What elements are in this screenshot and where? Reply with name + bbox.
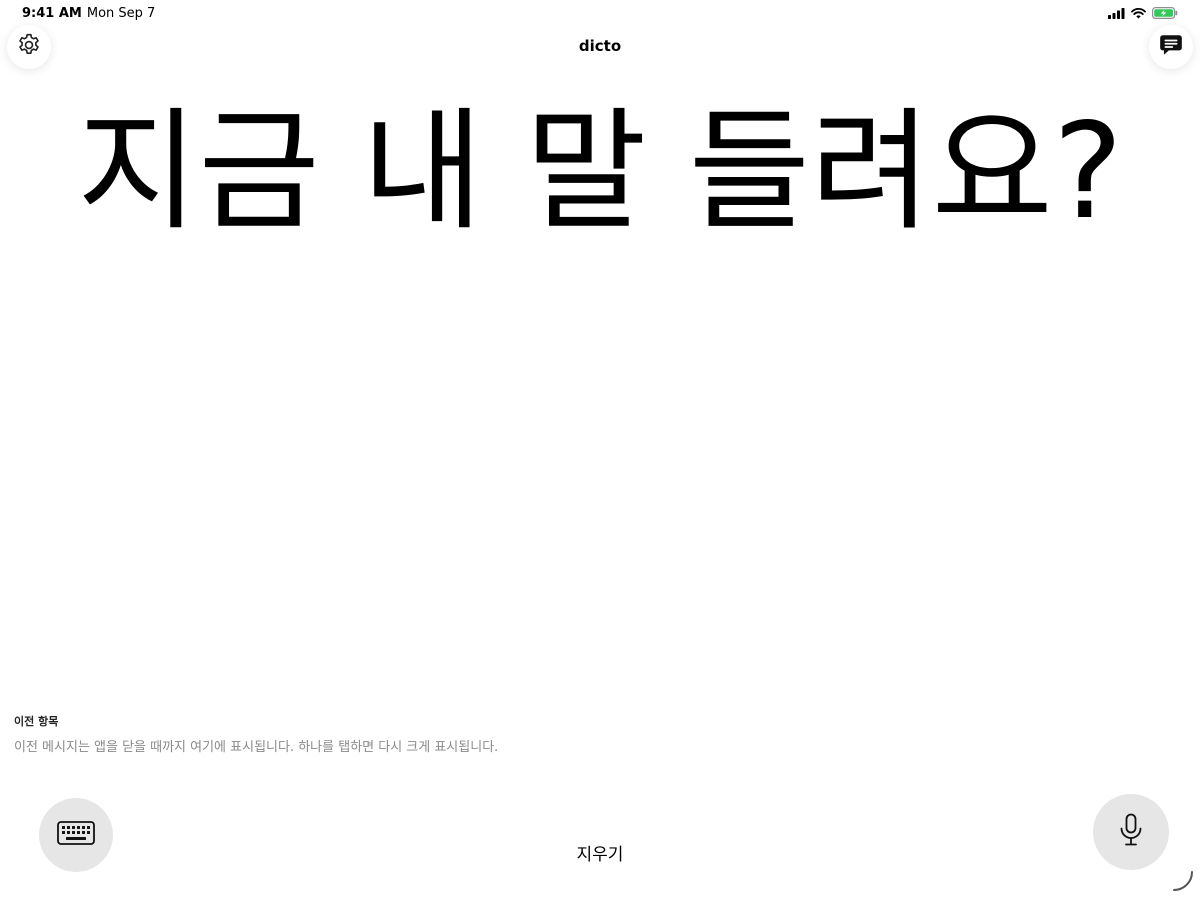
microphone-button[interactable] xyxy=(1093,794,1169,870)
app-title: dicto xyxy=(578,37,622,55)
messages-button[interactable] xyxy=(1149,25,1193,69)
history-heading: 이전 항목 xyxy=(14,715,59,728)
keyboard-icon xyxy=(57,821,95,849)
message-icon xyxy=(1158,32,1184,62)
microphone-icon xyxy=(1118,813,1144,851)
keyboard-button[interactable] xyxy=(39,798,113,872)
cellular-signal-icon xyxy=(1108,7,1125,19)
transcription-display: 지금 내 말 들려요? xyxy=(76,95,1124,249)
wifi-icon xyxy=(1131,7,1146,19)
status-time: 9:41 AM xyxy=(22,6,82,21)
clear-button-wrap: 지우기 xyxy=(0,840,1200,865)
battery-charging-icon xyxy=(1152,7,1178,19)
history-empty-message: 이전 메시지는 앱을 닫을 때까지 여기에 표시됩니다. 하나를 탭하면 다시 … xyxy=(14,740,499,755)
app-screen: 9:41 AM Mon Sep 7 dicto 지금 내 말 들려요? 이전 항… xyxy=(0,0,1200,900)
status-bar-time: 9:41 AM Mon Sep 7 xyxy=(22,6,155,21)
clear-button[interactable]: 지우기 xyxy=(577,845,624,865)
resize-corner-icon xyxy=(1172,870,1194,896)
status-bar-indicators xyxy=(1108,7,1178,19)
status-date: Mon Sep 7 xyxy=(86,6,156,21)
